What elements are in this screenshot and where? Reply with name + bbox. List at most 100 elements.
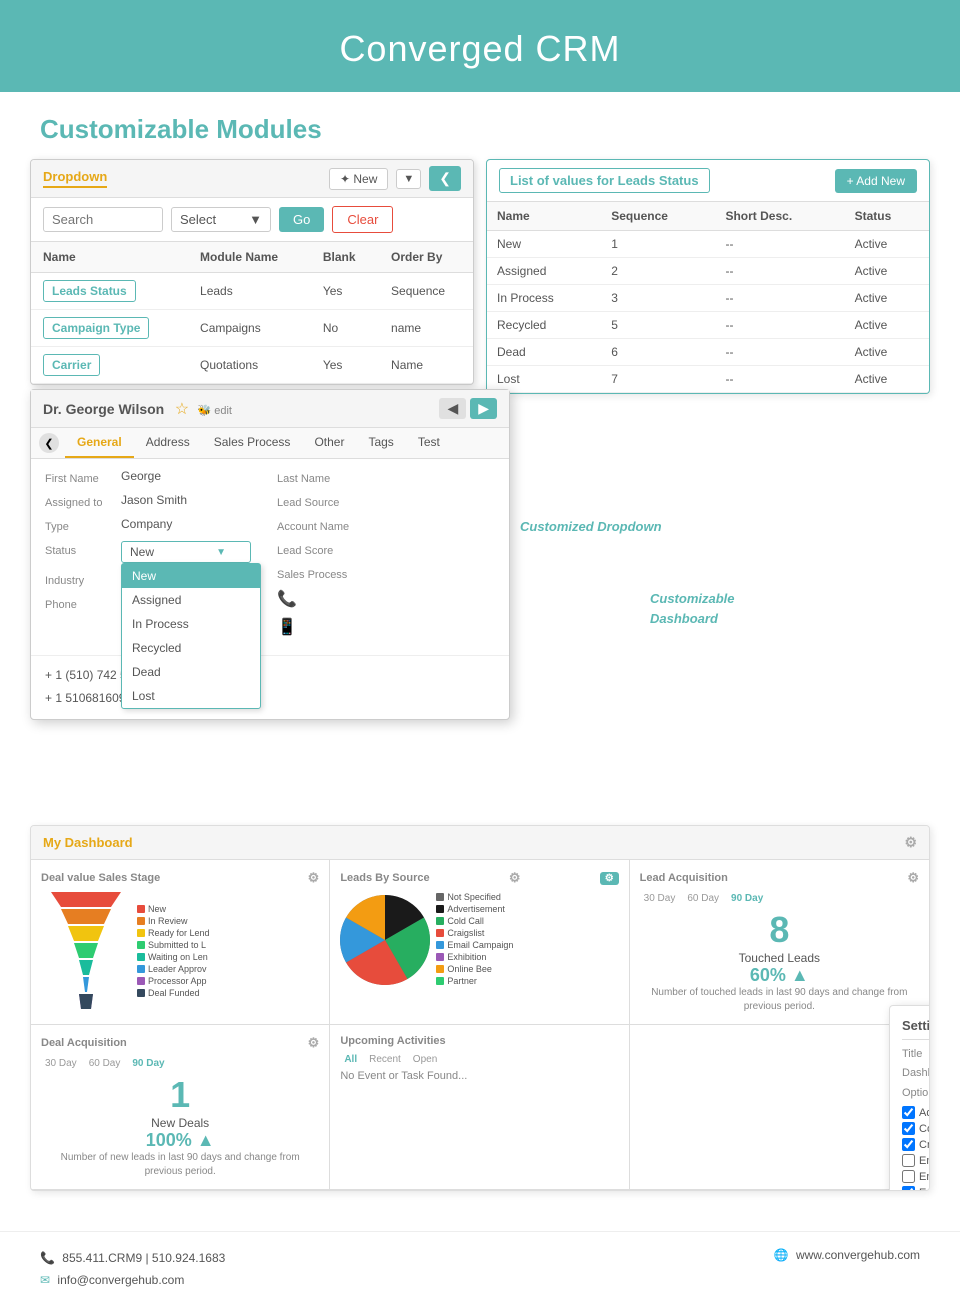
settings-checkbox-item[interactable]: Exhibition [902, 1186, 930, 1191]
la-gear-icon[interactable]: ⚙ [907, 870, 919, 886]
type-label: Type [45, 517, 115, 533]
row-module: Quotations [188, 347, 311, 384]
form-back-button[interactable]: ❮ [39, 433, 59, 453]
lov-status: Active [845, 339, 929, 366]
pie-gear-icon[interactable]: ⚙ [509, 870, 521, 886]
period-30[interactable]: 30 Day [640, 892, 680, 905]
pie-legend: Not SpecifiedAdvertisementCold CallCraig… [436, 892, 513, 988]
la-card-title: Lead Acquisition ⚙ [640, 870, 919, 886]
field-leadscore: Lead Score [277, 541, 495, 557]
upcoming-recent[interactable]: Recent [365, 1053, 405, 1066]
new-button[interactable]: ✦ New [329, 168, 388, 190]
annotation-dropdown: Customized Dropdown [520, 519, 662, 534]
dashboard-top-grid: Deal value Sales Stage ⚙ [31, 860, 929, 1025]
lov-desc: -- [715, 285, 844, 312]
table-row[interactable]: Campaign Type Campaigns No name [31, 310, 473, 347]
search-bar: Select ▼ Go Clear [31, 198, 473, 242]
select-dropdown[interactable]: Select ▼ [171, 207, 271, 232]
settings-checkbox-item[interactable]: Cold Call [902, 1122, 930, 1135]
lov-table-row[interactable]: Dead 6 -- Active [487, 339, 929, 366]
deal-period-60[interactable]: 60 Day [85, 1057, 125, 1070]
status-option-lost[interactable]: Lost [122, 684, 260, 708]
row-name[interactable]: Leads Status [31, 273, 188, 310]
tab-general[interactable]: General [65, 428, 134, 458]
next-arrow-button[interactable]: ▶ [470, 398, 497, 419]
settings-checkbox-item[interactable]: Email Campaigan [902, 1154, 930, 1167]
lov-table-row[interactable]: Assigned 2 -- Active [487, 258, 929, 285]
pie-svg [340, 895, 430, 985]
edit-icon[interactable]: 🐝 edit [197, 405, 232, 417]
upcoming-message: No Event or Task Found... [340, 1070, 618, 1082]
table-row[interactable]: Leads Status Leads Yes Sequence [31, 273, 473, 310]
status-select[interactable]: New ▼ [121, 541, 251, 563]
status-option-dead[interactable]: Dead [122, 660, 260, 684]
lov-status: Active [845, 285, 929, 312]
settings-title: Settings of Leads By Source [902, 1018, 930, 1040]
period-60[interactable]: 60 Day [683, 892, 723, 905]
app-title: Converged CRM [0, 28, 960, 70]
deal-acq-gear-icon[interactable]: ⚙ [308, 1035, 320, 1051]
deal-period-30[interactable]: 30 Day [41, 1057, 81, 1070]
lov-seq: 7 [601, 366, 715, 393]
deal-acq-title-text: Deal Acquisition [41, 1037, 127, 1049]
pie-legend-item: Not Specified [436, 892, 513, 902]
status-option-new[interactable]: New [122, 564, 260, 588]
status-option-recycled[interactable]: Recycled [122, 636, 260, 660]
add-new-button[interactable]: + Add New [835, 169, 917, 193]
tab-other[interactable]: Other [302, 428, 356, 458]
new-arrow-button[interactable]: ▼ [396, 169, 421, 189]
upcoming-open[interactable]: Open [409, 1053, 441, 1066]
row-module: Leads [188, 273, 311, 310]
lov-panel: List of values for Leads Status + Add Ne… [486, 159, 930, 394]
deal-period-90[interactable]: 90 Day [128, 1057, 168, 1070]
table-row[interactable]: Carrier Quotations Yes Name [31, 347, 473, 384]
back-button[interactable]: ❮ [429, 166, 461, 191]
star-icon[interactable]: ☆ [175, 401, 189, 418]
search-input[interactable] [43, 207, 163, 232]
funnel-legend-item: Processor App [137, 976, 210, 986]
deal-acq-label: New Deals [41, 1116, 319, 1130]
go-button[interactable]: Go [279, 207, 324, 232]
clear-button[interactable]: Clear [332, 206, 393, 233]
select-arrow-icon: ▼ [249, 212, 262, 227]
deal-acq-desc: Number of new leads in last 90 days and … [41, 1151, 319, 1179]
lov-table-row[interactable]: Recycled 5 -- Active [487, 312, 929, 339]
settings-checkbox-item[interactable]: Advertisement [902, 1106, 930, 1119]
lov-table-row[interactable]: New 1 -- Active [487, 231, 929, 258]
field-assigned: Assigned to Jason Smith [45, 493, 263, 509]
status-option-inprocess[interactable]: In Process [122, 612, 260, 636]
row-name[interactable]: Carrier [31, 347, 188, 384]
funnel-gear-icon[interactable]: ⚙ [308, 870, 320, 886]
tab-test[interactable]: Test [406, 428, 452, 458]
tab-sales-process[interactable]: Sales Process [202, 428, 303, 458]
lov-table-row[interactable]: In Process 3 -- Active [487, 285, 929, 312]
pie-settings-icon[interactable]: ⚙ [600, 872, 619, 885]
lov-table-row[interactable]: Lost 7 -- Active [487, 366, 929, 393]
tab-tags[interactable]: Tags [356, 428, 405, 458]
firstname-label: First Name [45, 469, 115, 485]
period-90[interactable]: 90 Day [727, 892, 767, 905]
pie-legend-item: Advertisement [436, 904, 513, 914]
upcoming-all[interactable]: All [340, 1053, 361, 1066]
field-leadsource: Lead Source [277, 493, 495, 509]
status-selected-value: New [130, 545, 154, 559]
prev-arrow-button[interactable]: ◀ [439, 398, 466, 419]
page-header: Converged CRM [0, 0, 960, 92]
pie-legend-item: Online Bee [436, 964, 513, 974]
row-name[interactable]: Campaign Type [31, 310, 188, 347]
settings-checkbox-item[interactable]: Employee [902, 1170, 930, 1183]
funnel-legend-item: In Review [137, 916, 210, 926]
lov-seq: 3 [601, 285, 715, 312]
status-dropdown-list: New Assigned In Process Recycled Dead Lo… [121, 563, 261, 709]
dashboard-gear-icon[interactable]: ⚙ [904, 834, 917, 851]
lov-col-desc: Short Desc. [715, 202, 844, 231]
annotation-dashboard: CustomizableDashboard [650, 589, 735, 628]
header-right-controls: ✦ New ▼ ❮ [329, 166, 461, 191]
status-option-assigned[interactable]: Assigned [122, 588, 260, 612]
upcoming-card: Upcoming Activities All Recent Open No E… [330, 1025, 629, 1190]
tab-address[interactable]: Address [134, 428, 202, 458]
dropdown-tab-label[interactable]: Dropdown [43, 169, 107, 188]
phone-icon: 📞 [277, 589, 297, 609]
settings-checkbox-item[interactable]: Craigslist [902, 1138, 930, 1151]
dashlet-title-label: Title [902, 1048, 930, 1060]
